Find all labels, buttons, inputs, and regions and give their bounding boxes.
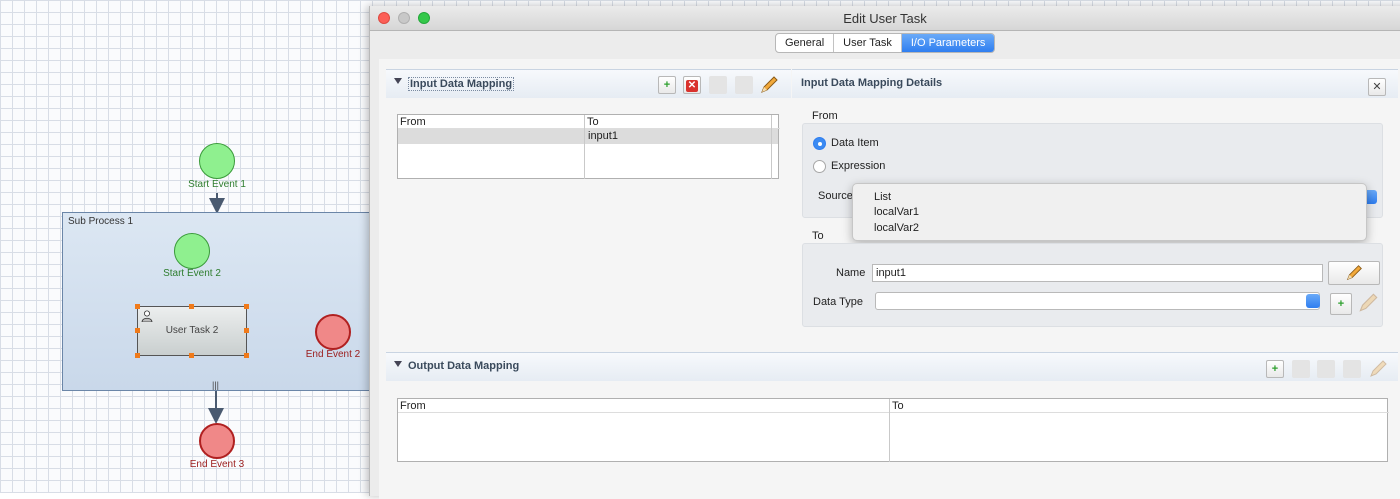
input-mapping-header[interactable]: Input Data Mapping + ✕ [386, 69, 791, 98]
user-task-2[interactable]: User Task 2 [137, 306, 247, 356]
source-dropdown-menu[interactable]: List localVar1 localVar2 [852, 183, 1367, 241]
close-details-button[interactable]: ✕ [1368, 78, 1386, 96]
add-mapping-button[interactable]: + [658, 76, 676, 94]
details-title: Input Data Mapping Details [801, 77, 943, 89]
delete-x-icon: ✕ [686, 80, 698, 92]
to-label: To [812, 230, 824, 242]
end-event-2[interactable] [315, 314, 351, 350]
from-label: From [812, 110, 838, 122]
tab-user-task[interactable]: User Task [834, 34, 902, 52]
data-type-label: Data Type [813, 296, 863, 308]
user-icon [141, 310, 153, 323]
to-group: Name input1 Data Type + [802, 243, 1383, 327]
close-icon: ✕ [1372, 81, 1382, 93]
column-divider [584, 115, 585, 179]
remove-mapping-button[interactable]: ✕ [683, 76, 701, 94]
remove-output-mapping-button[interactable] [1292, 360, 1310, 378]
move-down-output-button[interactable] [1343, 360, 1361, 378]
subprocess[interactable]: Sub Process 1 ||| [62, 212, 374, 391]
output-mapping-header[interactable]: Output Data Mapping + [386, 352, 1398, 381]
plus-icon: + [1337, 298, 1345, 310]
edit-name-button[interactable] [1328, 261, 1380, 285]
plus-icon: + [663, 79, 671, 91]
selection-handle[interactable] [244, 328, 249, 333]
edit-pencil-icon[interactable] [758, 74, 780, 96]
data-type-select[interactable] [875, 292, 1320, 310]
start-event-1-label: Start Event 1 [188, 179, 246, 190]
pencil-icon [1346, 265, 1362, 281]
tab-bar: General User Task I/O Parameters [775, 33, 996, 53]
input-row-to: input1 [588, 130, 618, 142]
expression-radio[interactable] [813, 160, 826, 173]
input-col-to[interactable]: To [585, 115, 780, 129]
collapse-triangle-icon[interactable] [394, 361, 402, 367]
move-up-output-button[interactable] [1317, 360, 1335, 378]
collapse-triangle-icon[interactable] [394, 78, 402, 84]
user-task-2-label: User Task 2 [165, 325, 219, 336]
selection-handle[interactable] [189, 353, 194, 358]
add-data-type-button[interactable]: + [1330, 293, 1352, 315]
output-col-to[interactable]: To [890, 399, 1389, 413]
column-divider [771, 115, 772, 179]
multi-instance-marker: ||| [212, 380, 220, 390]
selection-handle[interactable] [244, 304, 249, 309]
dialog-title: Edit User Task [843, 11, 927, 26]
selection-handle[interactable] [244, 353, 249, 358]
move-up-button[interactable] [709, 76, 727, 94]
input-col-from[interactable]: From [398, 115, 585, 129]
source-option-list[interactable]: List [874, 191, 891, 203]
output-mapping-title: Output Data Mapping [408, 360, 520, 372]
selection-handle[interactable] [135, 304, 140, 309]
edit-output-pencil-icon[interactable] [1367, 358, 1389, 380]
title-bar[interactable]: Edit User Task [370, 6, 1400, 31]
tab-content: Input Data Mapping + ✕ From To input1 In… [379, 59, 1400, 499]
table-row[interactable]: input1 [398, 129, 778, 144]
edit-user-task-dialog: Edit User Task General User Task I/O Par… [369, 6, 1400, 499]
tab-general[interactable]: General [776, 34, 835, 52]
start-event-1[interactable] [199, 143, 235, 179]
output-mapping-table: From To [397, 398, 1389, 462]
source-label: Source [818, 190, 853, 202]
data-type-select-arrows-icon[interactable] [1306, 294, 1320, 308]
move-down-button[interactable] [735, 76, 753, 94]
name-label: Name [836, 267, 866, 279]
selection-handle[interactable] [135, 353, 140, 358]
end-event-2-label: End Event 2 [305, 349, 361, 360]
selection-handle[interactable] [135, 328, 140, 333]
column-divider [889, 399, 890, 462]
subprocess-label: Sub Process 1 [68, 216, 134, 227]
input-mapping-table: From To input1 [397, 114, 780, 179]
data-item-radio[interactable] [813, 137, 826, 150]
details-header: Input Data Mapping Details ✕ [792, 69, 1398, 98]
end-event-3-label: End Event 3 [189, 459, 245, 470]
end-event-3[interactable] [199, 423, 235, 459]
data-item-label[interactable]: Data Item [831, 137, 879, 149]
start-event-2-label: Start Event 2 [163, 268, 221, 279]
source-option-localvar2[interactable]: localVar2 [874, 222, 919, 234]
source-option-localvar1[interactable]: localVar1 [874, 206, 919, 218]
edit-data-type-pencil-icon[interactable] [1356, 291, 1380, 315]
tab-io-parameters[interactable]: I/O Parameters [901, 34, 995, 52]
output-col-from[interactable]: From [398, 399, 890, 413]
start-event-2[interactable] [174, 233, 210, 269]
name-field[interactable]: input1 [872, 264, 1323, 282]
plus-icon: + [1271, 363, 1279, 375]
add-output-mapping-button[interactable]: + [1266, 360, 1284, 378]
selection-handle[interactable] [189, 304, 194, 309]
input-mapping-title: Input Data Mapping [408, 77, 515, 91]
expression-label: Expression [831, 160, 886, 172]
